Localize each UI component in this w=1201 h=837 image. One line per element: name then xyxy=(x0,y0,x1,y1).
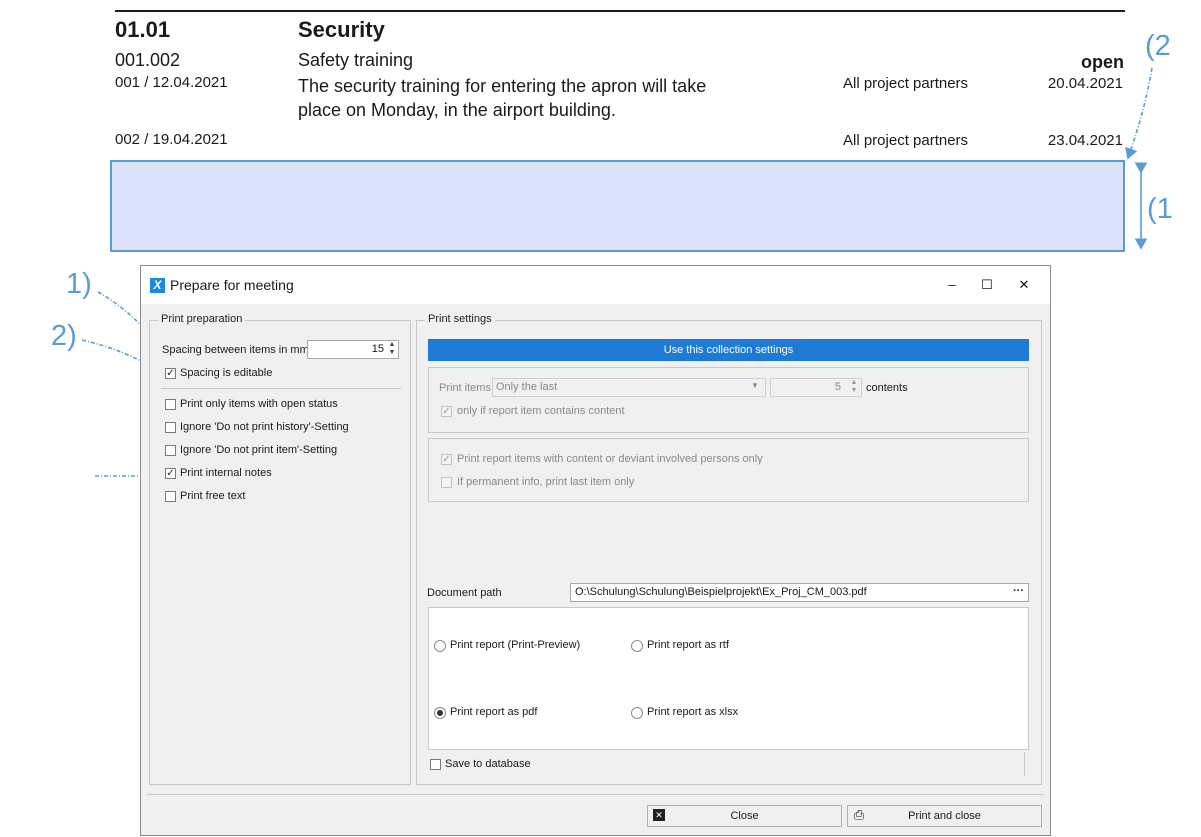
close-button[interactable]: ✕ Close xyxy=(647,805,842,827)
only-if-content-label: only if report item contains content xyxy=(457,405,625,417)
save-row-divider xyxy=(1024,752,1025,776)
browse-path-button[interactable]: ··· xyxy=(1013,585,1024,597)
use-collection-settings-button[interactable]: Use this collection settings xyxy=(428,339,1029,361)
close-window-button[interactable]: ✕ xyxy=(1009,274,1039,296)
ignore-print-item-checkbox[interactable] xyxy=(165,445,176,456)
contents-spin-up-icon[interactable]: ▲ xyxy=(848,379,860,387)
maximize-button[interactable]: ☐ xyxy=(972,274,1002,296)
print-settings-title: Print settings xyxy=(425,313,495,325)
document-path-input[interactable]: O:\Schulung\Schulung\Beispielprojekt\Ex_… xyxy=(570,583,1029,602)
print-items-box xyxy=(428,367,1029,433)
print-items-select[interactable]: Only the last xyxy=(492,378,766,397)
save-to-database-label: Save to database xyxy=(445,758,531,770)
with-content-only-label: Print report items with content or devia… xyxy=(457,453,763,465)
spacing-editable-checkbox[interactable]: ✓ xyxy=(165,368,176,379)
print-internal-notes-checkbox[interactable]: ✓ xyxy=(165,468,176,479)
open-status-only-checkbox[interactable] xyxy=(165,399,176,410)
spacing-label: Spacing between items in mm xyxy=(162,344,309,356)
spacing-editable-label: Spacing is editable xyxy=(180,367,273,379)
output-options-panel xyxy=(428,607,1029,750)
prepare-for-meeting-dialog: X Prepare for meeting ‒ ☐ ✕ Print prepar… xyxy=(140,265,1051,836)
permanent-info-label: If permanent info, print last item only xyxy=(457,476,635,488)
output-pdf-radio[interactable] xyxy=(434,707,446,719)
close-button-label: Close xyxy=(730,810,759,822)
print-free-text-label: Print free text xyxy=(180,490,246,502)
app-icon: X xyxy=(150,278,165,293)
document-path-value: O:\Schulung\Schulung\Beispielprojekt\Ex_… xyxy=(575,586,867,598)
output-print-preview-radio[interactable] xyxy=(434,640,446,652)
print-preparation-separator xyxy=(161,388,401,389)
print-free-text-checkbox[interactable] xyxy=(165,491,176,502)
dialog-title: Prepare for meeting xyxy=(170,277,294,293)
ignore-print-history-label: Ignore 'Do not print history'-Setting xyxy=(180,421,349,433)
output-pdf-label: Print report as pdf xyxy=(450,706,538,718)
save-to-database-checkbox[interactable] xyxy=(430,759,441,770)
output-xlsx-label: Print report as xlsx xyxy=(647,706,739,718)
annotation-label-2-left: 2) xyxy=(51,320,77,352)
print-filter-box xyxy=(428,438,1029,502)
print-preparation-group: Print preparation xyxy=(149,313,411,785)
output-xlsx-radio[interactable] xyxy=(631,707,643,719)
contents-label: contents xyxy=(866,382,908,394)
annotation-label-2-right: (2 xyxy=(1145,30,1171,62)
print-and-close-button[interactable]: ⎙ Print and close xyxy=(847,805,1042,827)
print-internal-notes-label: Print internal notes xyxy=(180,467,272,479)
open-status-only-label: Print only items with open status xyxy=(180,398,338,410)
spacing-value: 15 xyxy=(371,343,384,355)
dialog-titlebar[interactable]: X Prepare for meeting ‒ ☐ ✕ xyxy=(141,266,1050,304)
document-path-label: Document path xyxy=(427,587,502,599)
spacing-spin-down-icon[interactable]: ▼ xyxy=(386,349,398,357)
print-items-value: Only the last xyxy=(496,381,558,393)
print-and-close-label: Print and close xyxy=(908,810,981,822)
ignore-print-item-label: Ignore 'Do not print item'-Setting xyxy=(180,444,338,456)
only-if-content-checkbox[interactable]: ✓ xyxy=(441,406,452,417)
output-print-preview-label: Print report (Print-Preview) xyxy=(450,639,581,651)
permanent-info-checkbox[interactable] xyxy=(441,477,452,488)
output-rtf-label: Print report as rtf xyxy=(647,639,729,651)
print-preparation-title: Print preparation xyxy=(158,313,246,325)
ignore-print-history-checkbox[interactable] xyxy=(165,422,176,433)
contents-spin-down-icon[interactable]: ▼ xyxy=(848,387,860,395)
output-rtf-radio[interactable] xyxy=(631,640,643,652)
with-content-only-checkbox[interactable]: ✓ xyxy=(441,454,452,465)
minimize-button[interactable]: ‒ xyxy=(937,274,967,296)
spacing-spin-up-icon[interactable]: ▲ xyxy=(386,341,398,349)
print-items-dropdown-icon[interactable]: ▼ xyxy=(751,381,759,390)
annotation-label-1-left: 1) xyxy=(66,268,92,300)
contents-count-value: 5 xyxy=(834,381,841,393)
annotation-label-1-right: (1 xyxy=(1147,193,1173,225)
bottom-bar-separator xyxy=(147,794,1044,795)
print-items-label: Print items xyxy=(439,382,491,394)
